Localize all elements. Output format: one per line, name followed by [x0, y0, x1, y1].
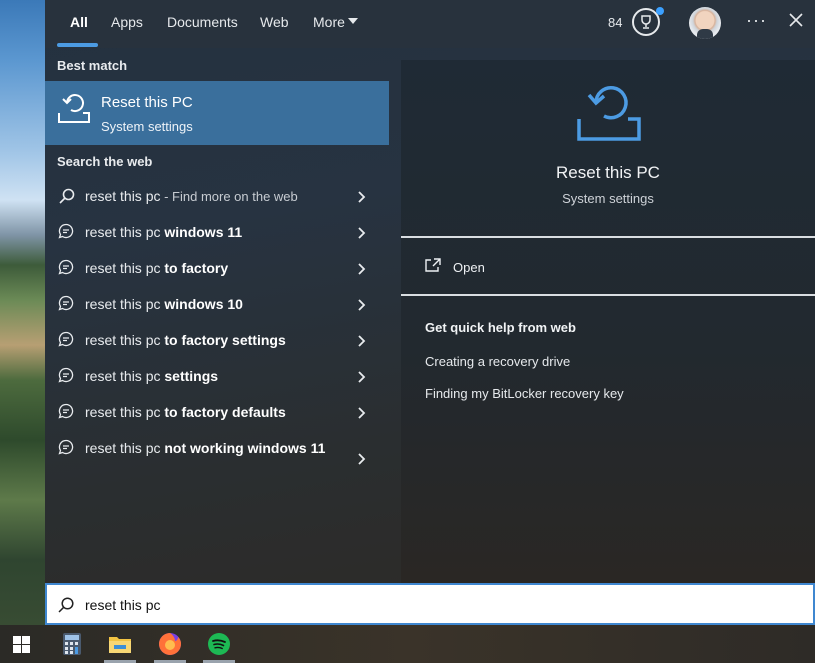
web-suggestion-item[interactable]: reset this pc windows 11: [45, 214, 389, 250]
firefox-icon[interactable]: [148, 625, 192, 663]
best-match-subtitle: System settings: [101, 119, 193, 134]
chat-search-icon: [58, 367, 74, 388]
avatar[interactable]: [689, 7, 721, 39]
chat-search-icon: [58, 259, 74, 280]
chevron-right-icon: [358, 262, 366, 280]
web-suggestion-item[interactable]: reset this pc to factory settings: [45, 322, 389, 358]
web-suggestion-item[interactable]: reset this pc - Find more on the web: [45, 178, 389, 214]
web-suggestion-item[interactable]: reset this pc not working windows 11: [45, 430, 389, 480]
chat-search-icon: [58, 223, 74, 244]
start-search-panel: All Apps Documents Web More 84 ··· Best …: [45, 0, 815, 583]
search-icon: [57, 596, 75, 619]
tab-all-indicator: [57, 43, 98, 47]
suggestion-suffix: to factory: [160, 260, 229, 276]
suggestion-prefix: reset this pc: [85, 440, 161, 456]
suggestion-suffix: settings: [160, 368, 219, 384]
chat-search-icon: [58, 403, 74, 424]
web-suggestion-item[interactable]: reset this pc windows 10: [45, 286, 389, 322]
suggestion-prefix: reset this pc: [85, 188, 161, 204]
tab-more[interactable]: More: [313, 14, 345, 30]
chevron-down-icon[interactable]: [348, 18, 358, 24]
preview-title: Reset this PC: [556, 163, 660, 182]
close-icon[interactable]: [788, 12, 804, 33]
open-icon[interactable]: [425, 258, 441, 277]
best-match-label: Best match: [57, 58, 128, 73]
search-box[interactable]: [45, 583, 815, 625]
chat-search-icon: [58, 295, 74, 316]
best-match-title: Reset this PC: [101, 94, 193, 111]
tab-all[interactable]: All: [70, 14, 88, 30]
reset-pc-icon: [57, 93, 91, 130]
web-suggestion-item[interactable]: reset this pc to factory: [45, 250, 389, 286]
web-suggestion-item[interactable]: reset this pc settings: [45, 358, 389, 394]
windows-start-icon[interactable]: [0, 625, 44, 663]
suggestion-prefix: reset this pc: [85, 368, 161, 384]
chevron-right-icon: [358, 334, 366, 352]
taskbar: [0, 625, 815, 663]
tab-apps[interactable]: Apps: [111, 14, 143, 30]
chat-search-icon: [58, 439, 74, 460]
rewards-points[interactable]: 84: [608, 15, 622, 30]
search-filter-bar: All Apps Documents Web More 84 ···: [45, 0, 815, 48]
quick-help-link[interactable]: Creating a recovery drive: [425, 354, 570, 369]
reset-pc-icon: [576, 83, 642, 148]
suggestion-suffix: not working windows 11: [160, 440, 326, 456]
divider: [401, 236, 815, 238]
best-match-result[interactable]: Reset this PC System settings: [45, 81, 389, 145]
chevron-right-icon: [358, 406, 366, 424]
suggestion-suffix: windows 10: [160, 296, 243, 312]
search-web-label: Search the web: [57, 154, 153, 169]
preview-subtitle: System settings: [562, 191, 654, 206]
suggestion-prefix: reset this pc: [85, 260, 161, 276]
tab-documents[interactable]: Documents: [167, 14, 238, 30]
chevron-right-icon: [358, 298, 366, 316]
chat-search-icon: [58, 331, 74, 352]
calculator-icon[interactable]: [50, 625, 94, 663]
search-input[interactable]: [85, 594, 785, 616]
suggestion-prefix: reset this pc: [85, 332, 161, 348]
chevron-right-icon: [358, 190, 366, 208]
desktop-wallpaper: [0, 0, 46, 625]
preview-pane: Reset this PC System settings Open Get q…: [401, 60, 815, 583]
suggestion-prefix: reset this pc: [85, 404, 161, 420]
suggestion-prefix: reset this pc: [85, 224, 161, 240]
quick-help-link[interactable]: Finding my BitLocker recovery key: [425, 386, 624, 401]
open-action[interactable]: Open: [453, 260, 485, 275]
suggestion-suffix: to factory defaults: [160, 404, 286, 420]
suggestion-suffix: windows 11: [160, 224, 243, 240]
notification-dot: [656, 7, 664, 15]
chevron-right-icon: [358, 226, 366, 244]
divider: [401, 294, 815, 296]
web-suggestion-item[interactable]: reset this pc to factory defaults: [45, 394, 389, 430]
tab-web[interactable]: Web: [260, 14, 289, 30]
more-options-icon[interactable]: ···: [746, 10, 767, 31]
chevron-right-icon: [358, 370, 366, 388]
suggestion-suffix: to factory settings: [160, 332, 286, 348]
file-explorer-icon[interactable]: [98, 625, 142, 663]
spotify-icon[interactable]: [197, 625, 241, 663]
chevron-right-icon: [358, 452, 366, 470]
suggestion-hint: - Find more on the web: [160, 189, 298, 204]
quick-help-heading: Get quick help from web: [425, 320, 576, 335]
search-icon: [58, 187, 76, 210]
suggestion-prefix: reset this pc: [85, 296, 161, 312]
